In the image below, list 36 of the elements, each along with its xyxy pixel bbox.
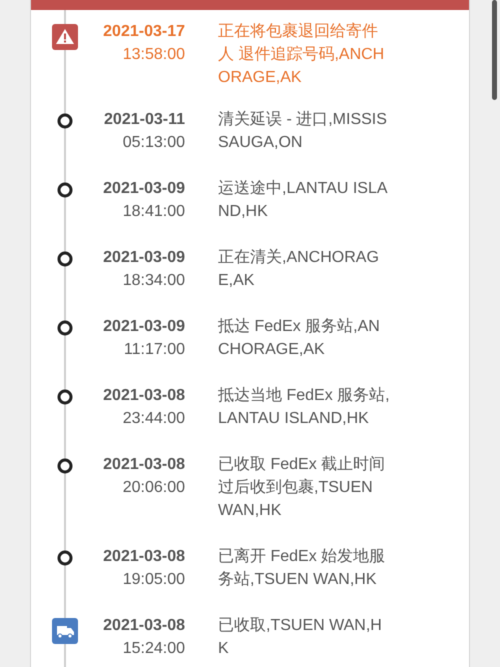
event-description: 正在清关,ANCHORAGE,AK xyxy=(218,248,380,291)
event-date: 2021-03-08 xyxy=(103,547,185,567)
event-date: 2021-03-09 xyxy=(103,179,185,199)
circle-icon xyxy=(57,320,73,336)
event-time: 23:44:00 xyxy=(122,409,185,429)
event-description: 运送途中,LANTAU ISLAND,HK xyxy=(218,178,389,222)
circle-icon xyxy=(57,458,73,474)
circle-icon xyxy=(57,389,73,405)
event-date: 2021-03-09 xyxy=(103,248,185,268)
circle-icon xyxy=(57,251,73,267)
event-description: 抵达 FedEx 服务站,ANCHORAGE,AK xyxy=(218,316,381,360)
event-description: 清关延误 - 进口,MISSISSAUGA,ON xyxy=(218,110,388,153)
event-time: 13:58:00 xyxy=(122,45,185,65)
event-time: 15:24:00 xyxy=(122,639,185,659)
event-time: 18:34:00 xyxy=(122,271,185,291)
event-description: 已离开 FedEx 始发地服务站,TSUEN WAN,HK xyxy=(218,546,386,590)
event-time: 05:13:00 xyxy=(122,133,185,153)
event-date: 2021-03-08 xyxy=(103,616,185,636)
circle-icon xyxy=(57,182,73,198)
event-date: 2021-03-09 xyxy=(103,317,185,337)
event-description: 抵达当地 FedEx 服务站,LANTAU ISLAND,HK xyxy=(218,386,390,429)
event-date: 2021-03-11 xyxy=(104,110,185,130)
event-date: 2021-03-17 xyxy=(103,22,185,42)
event-time: 11:17:00 xyxy=(124,340,185,360)
circle-icon xyxy=(57,113,73,129)
truck-icon xyxy=(52,618,78,644)
event-time: 18:41:00 xyxy=(122,202,185,222)
event-description: 已收取 FedEx 截止时间过后收到包裹,TSUEN WAN,HK xyxy=(218,454,386,521)
warning-icon xyxy=(52,24,78,50)
event-description: 正在将包裹退回给寄件人 退件追踪号码,ANCHORAGE,AK xyxy=(218,22,386,88)
event-time: 19:05:00 xyxy=(122,570,185,590)
event-time: 20:06:00 xyxy=(122,478,185,498)
event-description: 已收取,TSUEN WAN,HK xyxy=(218,616,383,659)
circle-icon xyxy=(57,550,73,566)
event-date: 2021-03-08 xyxy=(103,386,185,406)
event-date: 2021-03-08 xyxy=(103,455,185,475)
